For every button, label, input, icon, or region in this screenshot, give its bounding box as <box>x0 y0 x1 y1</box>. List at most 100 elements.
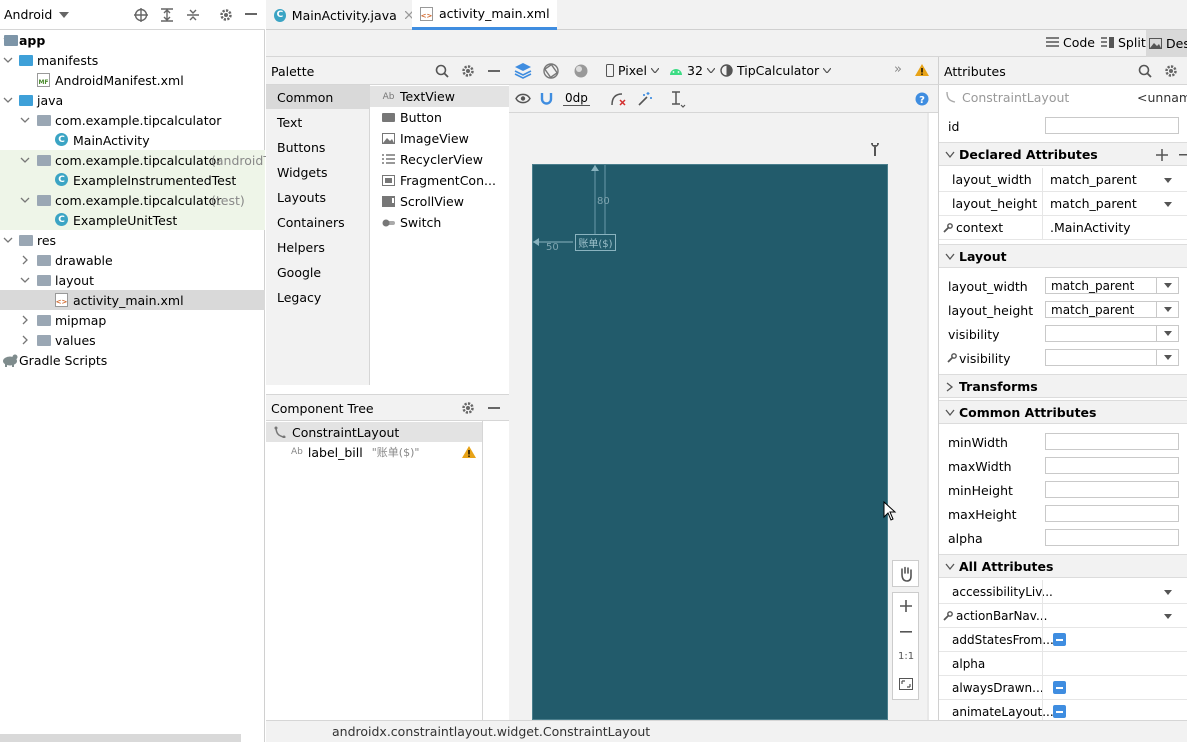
zoom-in-icon[interactable] <box>900 600 912 612</box>
attribute-value[interactable]: .MainActivity <box>1050 220 1131 235</box>
collapse-all-icon[interactable] <box>186 8 200 22</box>
chevron-down-icon[interactable] <box>1164 590 1172 595</box>
device-selector[interactable]: Pixel <box>606 63 659 78</box>
section-layout[interactable]: Layout <box>939 244 1187 268</box>
minwidth-input[interactable] <box>1045 433 1179 450</box>
theme-selector[interactable]: TipCalculator <box>720 63 832 78</box>
gear-icon[interactable] <box>1164 64 1178 78</box>
component-path[interactable]: androidx.constraintlayout.widget.Constra… <box>332 724 650 739</box>
tools-visibility-select[interactable] <box>1045 349 1179 366</box>
tree-item-activity-main[interactable]: <> activity_main.xml <box>0 290 265 310</box>
tree-item-gradle-scripts[interactable]: Gradle Scripts <box>0 350 265 370</box>
tree-item-unittest[interactable]: C ExampleUnitTest <box>0 210 265 230</box>
locate-icon[interactable] <box>134 8 148 22</box>
attribute-value[interactable]: match_parent <box>1050 196 1137 211</box>
api-level-selector[interactable]: 32 <box>669 63 715 78</box>
fit-screen-icon[interactable] <box>899 678 913 690</box>
tree-item-layout[interactable]: layout <box>0 270 265 290</box>
split-view-button[interactable]: Split <box>1101 35 1146 50</box>
warning-icon[interactable] <box>915 64 929 76</box>
tree-item-androidmanifest[interactable]: MF AndroidManifest.xml <box>0 70 265 90</box>
help-icon[interactable]: ? <box>915 92 929 106</box>
gear-icon[interactable] <box>461 64 475 78</box>
layout-height-select[interactable]: match_parent <box>1045 301 1179 318</box>
alpha-input[interactable] <box>1045 529 1179 546</box>
maxheight-input[interactable] <box>1045 505 1179 522</box>
search-icon[interactable] <box>435 64 449 78</box>
night-mode-icon[interactable] <box>573 63 589 79</box>
horizontal-scrollbar[interactable] <box>0 734 241 742</box>
project-view-selector[interactable]: Android <box>4 7 70 22</box>
tree-item-values[interactable]: values <box>0 330 265 350</box>
toggle-icon[interactable] <box>1053 705 1066 718</box>
palette-item-textview[interactable]: Ab TextView <box>370 86 509 107</box>
id-input[interactable] <box>1045 117 1179 134</box>
palette-category-helpers[interactable]: Helpers <box>266 235 370 259</box>
palette-category-layouts[interactable]: Layouts <box>266 185 370 209</box>
orientation-icon[interactable] <box>543 63 559 79</box>
default-margin-field[interactable]: 0dp <box>563 91 590 106</box>
section-declared-attributes[interactable]: Declared Attributes <box>939 142 1187 166</box>
tree-item-instrumentedtest[interactable]: C ExampleInstrumentedTest <box>0 170 265 190</box>
tree-item-manifests[interactable]: manifests <box>0 50 265 70</box>
warning-icon[interactable] <box>462 446 476 458</box>
tree-item-app[interactable]: app <box>0 30 265 50</box>
palette-category-legacy[interactable]: Legacy <box>266 285 370 309</box>
tree-item-res[interactable]: res <box>0 230 265 250</box>
tree-item-mipmap[interactable]: mipmap <box>0 310 265 330</box>
toggle-icon[interactable] <box>1053 681 1066 694</box>
minheight-input[interactable] <box>1045 481 1179 498</box>
zoom-reset-button[interactable]: 1:1 <box>898 651 914 662</box>
palette-item-scrollview[interactable]: ScrollView <box>370 191 509 212</box>
attribute-value[interactable]: match_parent <box>1050 172 1137 187</box>
search-icon[interactable] <box>1138 64 1152 78</box>
palette-item-button[interactable]: Button <box>370 107 509 128</box>
magnet-icon[interactable] <box>540 92 553 106</box>
expand-all-icon[interactable] <box>160 8 174 22</box>
toggle-icon[interactable] <box>1053 633 1066 646</box>
palette-item-imageview[interactable]: ImageView <box>370 128 509 149</box>
palette-category-widgets[interactable]: Widgets <box>266 160 370 184</box>
textview-label-bill[interactable]: 账单($) <box>575 234 616 251</box>
add-icon[interactable] <box>1156 149 1168 161</box>
tab-activity-main[interactable]: <> activity_main.xml <box>412 0 557 30</box>
pan-button[interactable] <box>892 560 919 587</box>
chevron-down-icon[interactable] <box>1164 202 1172 207</box>
visibility-select[interactable] <box>1045 325 1179 342</box>
device-preview[interactable]: 80 50 账单($) <box>532 164 897 720</box>
minimize-icon[interactable] <box>488 70 500 72</box>
tree-item-mainactivity[interactable]: C MainActivity <box>0 130 265 150</box>
tree-item-java[interactable]: java <box>0 90 265 110</box>
clear-constraints-icon[interactable] <box>610 91 626 107</box>
palette-category-text[interactable]: Text <box>266 110 370 134</box>
palette-item-fragmentcontainer[interactable]: FragmentCon... <box>370 170 509 191</box>
palette-category-google[interactable]: Google <box>266 260 370 284</box>
layout-width-select[interactable]: match_parent <box>1045 277 1179 294</box>
more-chevron-icon[interactable]: » <box>894 62 902 77</box>
tree-item-package-androidtest[interactable]: com.example.tipcalculator (androidT <box>0 150 271 170</box>
palette-category-common[interactable]: Common <box>266 85 370 109</box>
section-transforms[interactable]: Transforms <box>939 374 1187 398</box>
maxwidth-input[interactable] <box>1045 457 1179 474</box>
close-icon[interactable] <box>404 11 412 19</box>
palette-item-recyclerview[interactable]: RecyclerView <box>370 149 509 170</box>
gear-icon[interactable] <box>219 8 233 22</box>
tree-item-drawable[interactable]: drawable <box>0 250 265 270</box>
component-constraintlayout[interactable]: ConstraintLayout <box>266 422 482 442</box>
layers-icon[interactable] <box>514 62 532 79</box>
tree-item-package[interactable]: com.example.tipcalculator <box>0 110 265 130</box>
infer-constraints-icon[interactable] <box>637 91 653 107</box>
guidelines-icon[interactable] <box>670 91 686 108</box>
tree-item-package-test[interactable]: com.example.tipcalculator (test) <box>0 190 265 210</box>
minimize-icon[interactable] <box>245 13 257 15</box>
palette-category-buttons[interactable]: Buttons <box>266 135 370 159</box>
minimize-icon[interactable] <box>488 407 500 409</box>
palette-item-switch[interactable]: Switch <box>370 212 509 233</box>
design-view-button[interactable]: Des <box>1146 30 1187 57</box>
palette-category-containers[interactable]: Containers <box>266 210 370 234</box>
tab-mainactivity[interactable]: C MainActivity.java <box>274 0 412 30</box>
gear-icon[interactable] <box>461 401 475 415</box>
chevron-down-icon[interactable] <box>1164 614 1172 619</box>
section-all-attributes[interactable]: All Attributes <box>939 554 1187 578</box>
zoom-out-icon[interactable] <box>900 631 912 633</box>
